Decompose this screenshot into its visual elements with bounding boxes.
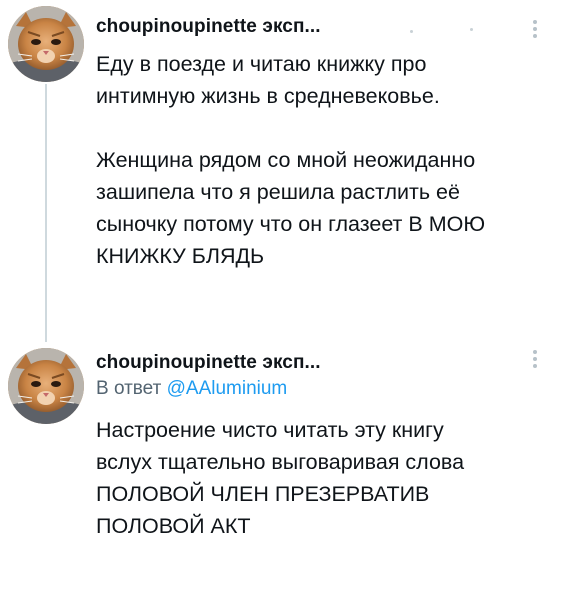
reply-to-line: В ответ @AAluminium <box>96 378 287 400</box>
tweet[interactable]: choupinoupinette эксп... Еду в поезде и … <box>0 0 562 340</box>
tweet-username[interactable]: choupinoupinette эксп... <box>96 16 321 38</box>
decorative-dots <box>410 28 500 34</box>
tweet[interactable]: choupinoupinette эксп... В ответ @AAlumi… <box>0 340 562 604</box>
reply-prefix: В ответ <box>96 378 167 399</box>
tweet-username[interactable]: choupinoupinette эксп... <box>96 352 321 374</box>
tweet-text: Еду в поезде и читаю книжку про интимную… <box>96 52 486 268</box>
reply-mention-link[interactable]: @AAluminium <box>167 378 288 399</box>
more-options-icon[interactable] <box>530 350 540 372</box>
more-options-icon[interactable] <box>530 20 540 42</box>
cat-avatar-icon[interactable] <box>8 6 84 82</box>
cat-avatar-icon[interactable] <box>8 348 84 424</box>
tweet-text: Настроение чисто читать эту книгу вслух … <box>96 418 465 538</box>
